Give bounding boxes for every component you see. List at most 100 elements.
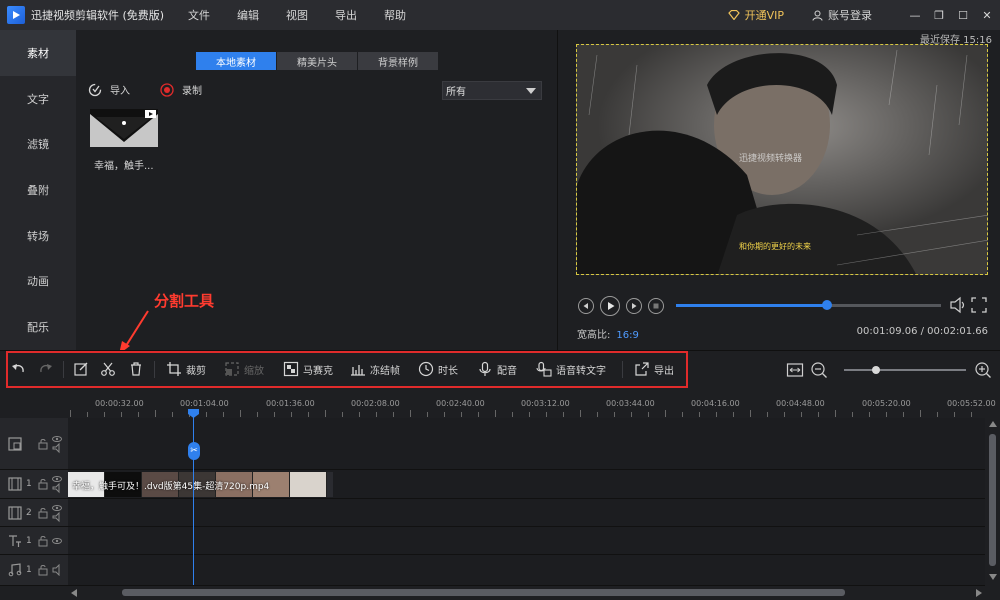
vip-button[interactable]: 开通VIP [727,7,784,23]
track-pip[interactable] [68,418,985,470]
export-button[interactable]: 导出 [634,361,674,377]
menu-file[interactable]: 文件 [188,7,210,23]
track-video-1[interactable]: 幸福，触手可及！.dvd版第45集-超清720p.mp4 [68,470,985,499]
video-preview[interactable]: 迅捷视频转换器 和你期的更好的未来 [576,44,988,275]
ruler-tick [903,412,904,417]
vertical-scroll-thumb[interactable] [989,434,996,566]
eye-icon[interactable] [52,434,62,454]
speaker-icon[interactable] [52,564,62,576]
freeze-frame-button[interactable]: 冻结帧 [350,361,400,377]
maximize-icon[interactable]: ☐ [952,4,974,26]
sidebar-item-animation[interactable]: 动画 [0,258,76,304]
close-icon[interactable]: ✕ [976,4,998,26]
tab-backgrounds[interactable]: 背景样例 [358,52,438,70]
lock-icon[interactable] [38,535,48,547]
scroll-right-icon[interactable] [976,589,982,597]
login-button[interactable]: 账号登录 [812,7,872,23]
ruler-tick [495,410,496,417]
sidebar-item-music[interactable]: 配乐 [0,304,76,350]
split-button[interactable] [100,361,120,377]
delete-button[interactable] [128,361,148,377]
playhead-line[interactable] [193,410,194,585]
next-frame-icon[interactable] [626,298,642,314]
horizontal-scroll-thumb[interactable] [122,589,845,596]
sidebar-item-text[interactable]: 文字 [0,76,76,122]
ruler-tick [410,410,411,417]
sidebar-item-filter[interactable]: 滤镜 [0,121,76,167]
play-icon[interactable] [600,296,620,316]
sidebar-item-overlay[interactable]: 叠附 [0,167,76,213]
volume-icon[interactable] [950,296,966,314]
menu-view[interactable]: 视图 [286,7,308,23]
dub-button[interactable]: 配音 [477,361,517,377]
ruler-tick [393,412,394,417]
ruler-tick [699,412,700,417]
video-subtitle: 和你期的更好的未来 [739,242,811,251]
aspect-ratio[interactable]: 宽高比: 16:9 [577,326,639,341]
speech-to-text-button[interactable]: 语音转文字 [536,361,606,377]
lock-icon[interactable] [38,564,48,576]
eye-icon[interactable] [52,536,62,546]
track-video-2[interactable] [68,499,985,527]
video-clip[interactable]: 幸福，触手可及！.dvd版第45集-超清720p.mp4 [68,472,333,497]
ruler-tick [206,412,207,417]
tab-local-media[interactable]: 本地素材 [196,52,276,70]
import-button[interactable]: 导入 [88,82,130,97]
eye-icon[interactable] [52,474,62,494]
timeline-zoom-slider[interactable] [844,366,966,374]
stop-icon[interactable] [648,298,664,314]
sidebar-item-media[interactable]: 素材 [0,30,76,76]
ruler-tick [937,412,938,417]
export-icon [635,362,649,376]
eye-icon[interactable] [52,503,62,523]
ruler-tick [954,412,955,417]
menu-help[interactable]: 帮助 [384,7,406,23]
timeline-horizontal-scrollbar[interactable] [68,586,986,600]
crop-icon [167,362,181,376]
zoom-out-icon[interactable] [810,361,828,379]
track-text-1[interactable] [68,527,985,555]
fit-timeline-icon[interactable] [786,361,804,379]
mosaic-button[interactable]: 马赛克 [283,361,333,377]
zoom-in-icon[interactable] [974,361,992,379]
timeline-vertical-scrollbar[interactable] [986,418,1000,586]
ruler-tick [478,412,479,417]
minimize-icon[interactable]: ❐ [928,4,950,26]
timeline-ruler[interactable]: 00:00:32.00 00:01:04.00 00:01:36.00 00:0… [0,388,1000,418]
lock-icon[interactable] [38,507,48,519]
progress-handle[interactable] [822,300,833,310]
tab-intros[interactable]: 精美片头 [277,52,357,70]
thumbnail-image [90,109,158,147]
menu-edit[interactable]: 编辑 [237,7,259,23]
ruler-tick [665,410,666,417]
playback-progress-bar[interactable] [676,300,941,310]
split-marker-icon[interactable]: ✂ [188,442,200,460]
lock-icon[interactable] [38,438,48,450]
scroll-down-icon[interactable] [989,574,997,580]
zoom-slider-handle[interactable] [871,366,880,374]
scroll-left-icon[interactable] [71,589,77,597]
redo-button[interactable] [38,361,58,377]
track-music-1[interactable] [68,555,985,586]
crop-button[interactable]: 裁剪 [166,361,206,377]
record-icon [160,82,174,97]
previous-frame-icon[interactable] [578,298,594,314]
aspect-ratio-value[interactable]: 16:9 [616,330,638,341]
menu-export[interactable]: 导出 [335,7,357,23]
aspect-ratio-label: 宽高比: [577,330,611,341]
filter-value: 所有 [446,87,466,98]
track-header-pip [0,418,68,470]
sidebar-item-transition[interactable]: 转场 [0,213,76,259]
fullscreen-icon[interactable] [971,297,987,313]
zoom-button[interactable]: 缩放 [224,361,264,377]
lock-icon[interactable] [38,478,48,490]
duration-button[interactable]: 时长 [418,361,458,377]
media-filter-select[interactable]: 所有 [442,81,542,100]
edit-button[interactable] [73,361,93,377]
undo-button[interactable] [10,361,30,377]
scroll-up-icon[interactable] [989,421,997,427]
media-thumbnail[interactable] [90,109,158,147]
menu-icon[interactable]: — [904,4,926,26]
record-button[interactable]: 录制 [160,82,202,97]
duration-label: 时长 [438,365,458,377]
